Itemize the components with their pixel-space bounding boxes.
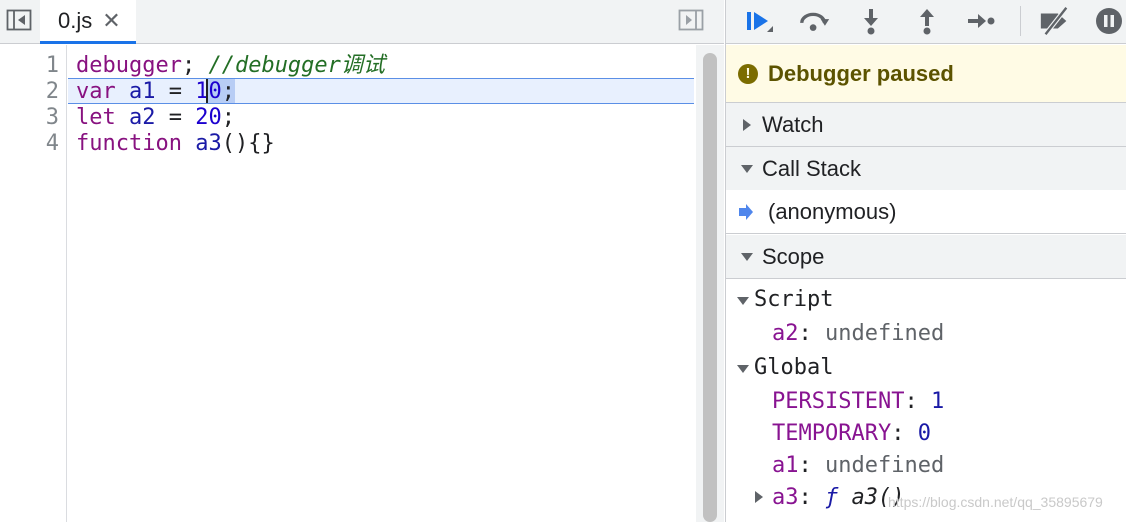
punctuation: ;: [221, 79, 235, 104]
keyword: var: [76, 79, 116, 104]
property-value: undefined: [825, 453, 945, 478]
section-label: Watch: [762, 111, 824, 137]
step-into-icon: [864, 9, 878, 35]
step-out-button[interactable]: [910, 4, 944, 38]
chevron-down-icon: [740, 252, 754, 262]
resume-button[interactable]: [742, 4, 776, 38]
code-line-3[interactable]: let a2 = 20;: [76, 105, 235, 131]
call-frame[interactable]: (anonymous): [726, 190, 1126, 234]
step-into-button[interactable]: [854, 4, 888, 38]
scope-property[interactable]: TEMPORARY: 0: [772, 418, 931, 450]
keyword: let: [76, 105, 116, 130]
code-editor[interactable]: debugger; //debugger调试 var a1 = 10; let …: [68, 45, 696, 522]
editor-tab-bar: 0.js ✕: [0, 0, 724, 44]
section-label: Scope: [762, 243, 825, 269]
deactivate-breakpoints-icon: [1040, 6, 1069, 36]
step-over-button[interactable]: [798, 4, 832, 38]
toggle-navigator-icon: [6, 9, 32, 31]
property-value: 1: [930, 389, 945, 414]
number-literal: 20: [195, 105, 222, 130]
toggle-navigator-button[interactable]: [4, 6, 34, 34]
property-key: TEMPORARY: [772, 421, 892, 446]
current-frame-arrow-icon: [738, 203, 754, 220]
identifier: a2: [129, 105, 156, 130]
pause-on-exceptions-icon: [1096, 8, 1122, 34]
line-number[interactable]: 1: [46, 53, 59, 79]
info-icon: !: [738, 63, 758, 84]
code-line-4[interactable]: function a3(){}: [76, 131, 275, 157]
debugger-paused-banner: ! Debugger paused: [726, 45, 1126, 103]
editor-pane: 0.js ✕ 1 2 3 4 debugger; //debugger调试 va…: [0, 0, 724, 522]
chevron-down-icon: [740, 164, 754, 174]
number-literal: 10: [195, 79, 222, 104]
scope-property-expandable[interactable]: a3: ƒ a3(): [754, 482, 904, 514]
debugger-sidebar: ! Debugger paused Watch Call Stack (anon…: [725, 0, 1126, 522]
scrollbar-thumb[interactable]: [703, 53, 717, 522]
toolbar-separator: [1020, 6, 1021, 36]
punctuation: ;: [181, 53, 196, 78]
section-watch[interactable]: Watch: [726, 103, 1126, 147]
text-caret: [206, 79, 208, 103]
operator: =: [168, 79, 182, 104]
code-line-2[interactable]: var a1 = 10;: [76, 79, 235, 105]
punctuation: ;: [221, 105, 235, 130]
identifier: a1: [129, 79, 156, 104]
property-key: a1: [772, 453, 799, 478]
section-call-stack[interactable]: Call Stack: [726, 147, 1126, 191]
comment: //debugger调试: [195, 53, 385, 78]
call-frame-name: (anonymous): [768, 198, 897, 224]
line-number[interactable]: 4: [46, 131, 59, 157]
code-line-1[interactable]: debugger; //debugger调试: [76, 53, 385, 79]
step-out-icon: [920, 9, 934, 35]
chevron-down-icon: [736, 352, 754, 384]
scope-group-name: Global: [754, 355, 834, 380]
toggle-debugger-button[interactable]: [676, 6, 706, 34]
property-key: a2: [772, 321, 799, 346]
scope-property[interactable]: a1: undefined: [772, 450, 944, 482]
scope-property[interactable]: PERSISTENT: 1: [772, 386, 944, 418]
function-glyph: ƒ: [825, 485, 839, 510]
operator: =: [168, 105, 182, 130]
keyword: function: [76, 131, 182, 156]
chevron-right-icon: [740, 118, 754, 132]
line-number[interactable]: 2: [46, 79, 59, 105]
tab-0-js[interactable]: 0.js ✕: [40, 0, 136, 44]
editor-scrollbar[interactable]: [696, 45, 724, 522]
scope-group-global[interactable]: Global: [736, 352, 833, 384]
chevron-right-icon[interactable]: [754, 482, 772, 514]
step-icon: [968, 14, 995, 28]
identifier: a3: [195, 131, 222, 156]
step-over-icon: [800, 12, 830, 31]
debugger-toolbar: [726, 0, 1126, 44]
section-scope[interactable]: Scope: [726, 235, 1126, 279]
paused-message: Debugger paused: [768, 60, 954, 86]
deactivate-breakpoints-button[interactable]: [1038, 4, 1072, 38]
close-icon[interactable]: ✕: [102, 9, 120, 32]
punctuation: (){}: [221, 131, 275, 156]
toggle-debugger-icon: [678, 9, 704, 31]
property-value: undefined: [825, 321, 945, 346]
property-value: 0: [917, 421, 931, 446]
pause-on-exceptions-button[interactable]: [1092, 4, 1126, 38]
property-key: PERSISTENT: [772, 389, 905, 414]
scope-property[interactable]: a2: undefined: [772, 318, 944, 350]
resume-icon: [747, 12, 773, 32]
line-number-gutter[interactable]: 1 2 3 4: [0, 45, 67, 522]
scope-group-script[interactable]: Script: [736, 284, 833, 316]
tab-label: 0.js: [58, 7, 93, 33]
keyword: debugger: [76, 53, 182, 78]
step-button[interactable]: [964, 4, 998, 38]
watermark: https://blog.csdn.net/qq_35895679: [888, 494, 1103, 510]
line-number[interactable]: 3: [46, 105, 59, 131]
property-key: a3: [772, 485, 799, 510]
scope-group-name: Script: [754, 287, 834, 312]
section-label: Call Stack: [762, 155, 862, 181]
chevron-down-icon: [736, 284, 754, 316]
